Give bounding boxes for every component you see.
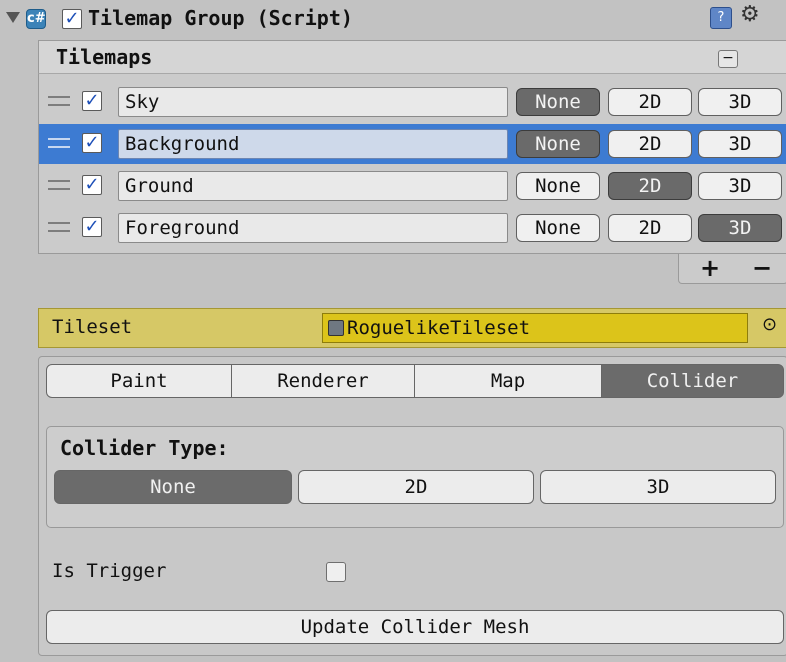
script-icon: c#: [26, 9, 46, 29]
object-picker-icon[interactable]: ⊙: [762, 314, 777, 335]
drag-handle-icon[interactable]: [48, 138, 70, 148]
tab-collider[interactable]: Collider: [601, 364, 784, 398]
is-trigger-label: Is Trigger: [52, 560, 167, 582]
tilemap-name-field[interactable]: Ground: [118, 171, 508, 201]
update-collider-mesh-button[interactable]: Update Collider Mesh: [46, 610, 784, 644]
tilemap-enabled-checkbox[interactable]: ✓: [82, 133, 102, 153]
gear-icon[interactable]: ⚙: [740, 2, 760, 27]
drag-handle-icon[interactable]: [48, 222, 70, 232]
tileset-label: Tileset: [52, 316, 133, 338]
option-2d-button[interactable]: 2D: [608, 130, 692, 158]
help-icon[interactable]: ?: [710, 7, 732, 29]
tilemap-enabled-checkbox[interactable]: ✓: [82, 217, 102, 237]
tilemaps-list-title: Tilemaps: [56, 45, 153, 69]
option-2d-button[interactable]: 2D: [608, 214, 692, 242]
is-trigger-checkbox[interactable]: [326, 562, 346, 582]
component-title: Tilemap Group (Script): [88, 6, 353, 30]
option-2d-button[interactable]: 2D: [608, 88, 692, 116]
option-3d-button[interactable]: 3D: [698, 172, 782, 200]
tab-renderer[interactable]: Renderer: [231, 364, 415, 398]
drag-handle-icon[interactable]: [48, 180, 70, 190]
tab-paint[interactable]: Paint: [46, 364, 232, 398]
drag-handle-icon[interactable]: [48, 96, 70, 106]
option-3d-button[interactable]: 3D: [698, 214, 782, 242]
tileset-object-field[interactable]: RoguelikeTileset: [322, 313, 748, 343]
option-none-button[interactable]: None: [516, 214, 600, 242]
tab-map[interactable]: Map: [414, 364, 602, 398]
foldout-arrow-icon[interactable]: [6, 12, 20, 23]
option-none-button[interactable]: None: [516, 172, 600, 200]
collider-none-button[interactable]: None: [54, 470, 292, 504]
tilemap-enabled-checkbox[interactable]: ✓: [82, 175, 102, 195]
tilemap-name-field[interactable]: Sky: [118, 87, 508, 117]
option-none-button[interactable]: None: [516, 130, 600, 158]
component-enabled-checkbox[interactable]: ✓: [62, 9, 82, 29]
collider-2d-button[interactable]: 2D: [298, 470, 534, 504]
option-2d-button[interactable]: 2D: [608, 172, 692, 200]
tileset-asset-icon: [328, 320, 344, 336]
tilemap-enabled-checkbox[interactable]: ✓: [82, 91, 102, 111]
remove-tilemap-button[interactable]: −: [752, 254, 772, 282]
collider-3d-button[interactable]: 3D: [540, 470, 776, 504]
tilemap-name-field[interactable]: Background: [118, 129, 508, 159]
add-tilemap-button[interactable]: +: [700, 254, 720, 282]
collider-type-label: Collider Type:: [60, 436, 229, 460]
option-3d-button[interactable]: 3D: [698, 130, 782, 158]
option-3d-button[interactable]: 3D: [698, 88, 782, 116]
collapse-list-button[interactable]: −: [718, 50, 738, 68]
tilemap-name-field[interactable]: Foreground: [118, 213, 508, 243]
option-none-button[interactable]: None: [516, 88, 600, 116]
